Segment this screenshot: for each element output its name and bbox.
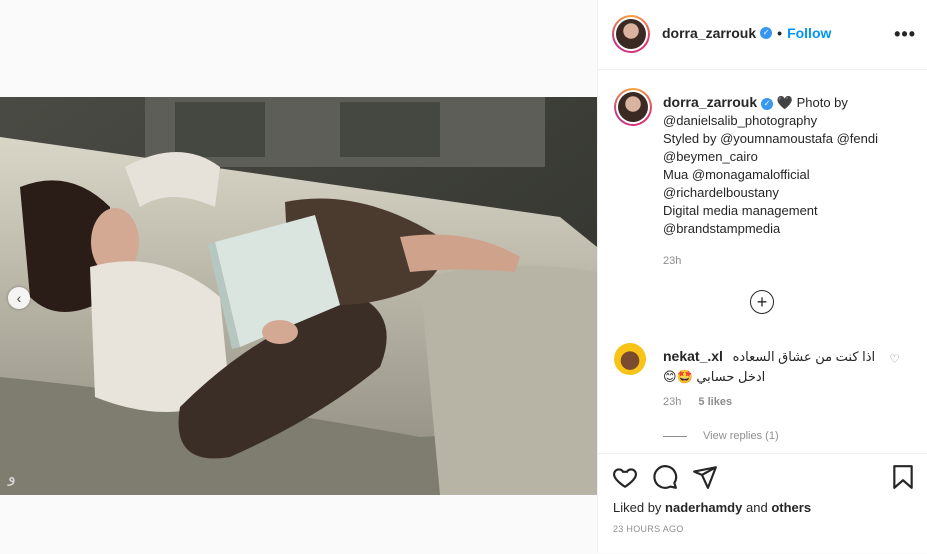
more-options-icon[interactable]: •••	[894, 24, 916, 45]
header-username[interactable]: dorra_zarrouk	[662, 25, 756, 41]
share-send-icon[interactable]	[692, 464, 718, 493]
commenter-avatar[interactable]	[614, 343, 646, 375]
caption-line[interactable]: Styled by @youmnamoustafa @fendi	[663, 130, 913, 148]
caption-text: dorra_zarrouk ✓ 🖤 Photo by @danielsalib_p…	[663, 93, 913, 270]
follow-button[interactable]: Follow	[787, 25, 831, 41]
post-timestamp[interactable]: 23 HOURS AGO	[613, 524, 684, 534]
photo-illustration	[0, 97, 597, 495]
liked-by-prefix: Liked by	[613, 500, 662, 515]
separator-dot: •	[777, 25, 783, 41]
view-replies-button[interactable]: View replies (1)	[663, 430, 779, 442]
photographer-watermark: و	[8, 467, 16, 486]
header-user-row: dorra_zarrouk ✓ • Follow	[662, 25, 831, 41]
verified-badge-icon: ✓	[761, 97, 774, 110]
post-media-area: ‹ و	[0, 0, 597, 553]
liked-by-others[interactable]: others	[771, 500, 811, 515]
post-photo[interactable]	[0, 97, 597, 495]
comment-like-icon[interactable]: ♡	[889, 352, 900, 366]
caption-line: Digital media management	[663, 203, 818, 218]
liked-by-and: and	[745, 500, 768, 515]
comment-text: nekat_.xl اذا كنت من عشاق السعاده ادخل ح…	[663, 346, 888, 387]
caption-line[interactable]: @danielsalib_photography	[663, 112, 913, 130]
avatar-image	[618, 92, 648, 122]
chevron-left-icon: ‹	[16, 290, 22, 306]
caption-line[interactable]: @beymen_cairo	[663, 148, 913, 166]
avatar-image	[616, 19, 646, 49]
comment-time[interactable]: 23h	[663, 396, 681, 408]
caption-line: 🖤 Photo by	[776, 95, 848, 110]
caption-time[interactable]: 23h	[663, 252, 913, 270]
caption-line[interactable]: @richardelboustany	[663, 184, 913, 202]
view-replies-label: View replies (1)	[703, 430, 779, 442]
caption-username[interactable]: dorra_zarrouk	[663, 94, 757, 110]
comment-line-1: اذا كنت من عشاق السعاده	[732, 349, 876, 364]
commenter-username[interactable]: nekat_.xl	[663, 348, 723, 364]
post-side-panel: dorra_zarrouk ✓ • Follow ••• dorra_zarro…	[597, 0, 927, 553]
carousel-prev-button[interactable]: ‹	[8, 287, 30, 309]
post-actions: Liked by naderhamdy and others 23 HOURS …	[598, 453, 927, 554]
caption-line-first: dorra_zarrouk ✓ 🖤 Photo by	[663, 93, 913, 112]
comment-meta: 23h 5 likes	[663, 396, 746, 408]
post-header: dorra_zarrouk ✓ • Follow •••	[598, 0, 927, 70]
comment-bubble-icon[interactable]	[652, 464, 678, 493]
save-bookmark-icon[interactable]	[890, 464, 916, 493]
liked-by-user[interactable]: naderhamdy	[665, 500, 742, 515]
caption-line[interactable]: @brandstampmedia	[663, 220, 913, 238]
like-heart-icon[interactable]	[612, 464, 638, 493]
caption-avatar[interactable]	[614, 88, 652, 126]
liked-by-summary: Liked by naderhamdy and others	[613, 500, 811, 515]
comment-line-2: ادخل حسابي 🤩😊	[663, 369, 766, 384]
load-more-comments-icon[interactable]: +	[750, 290, 774, 314]
author-avatar[interactable]	[612, 15, 650, 53]
caption-line[interactable]: Mua @monagamalofficial	[663, 166, 913, 184]
verified-badge-icon: ✓	[760, 27, 773, 39]
replies-divider	[663, 435, 687, 437]
comment-likes[interactable]: 5 likes	[698, 396, 732, 408]
